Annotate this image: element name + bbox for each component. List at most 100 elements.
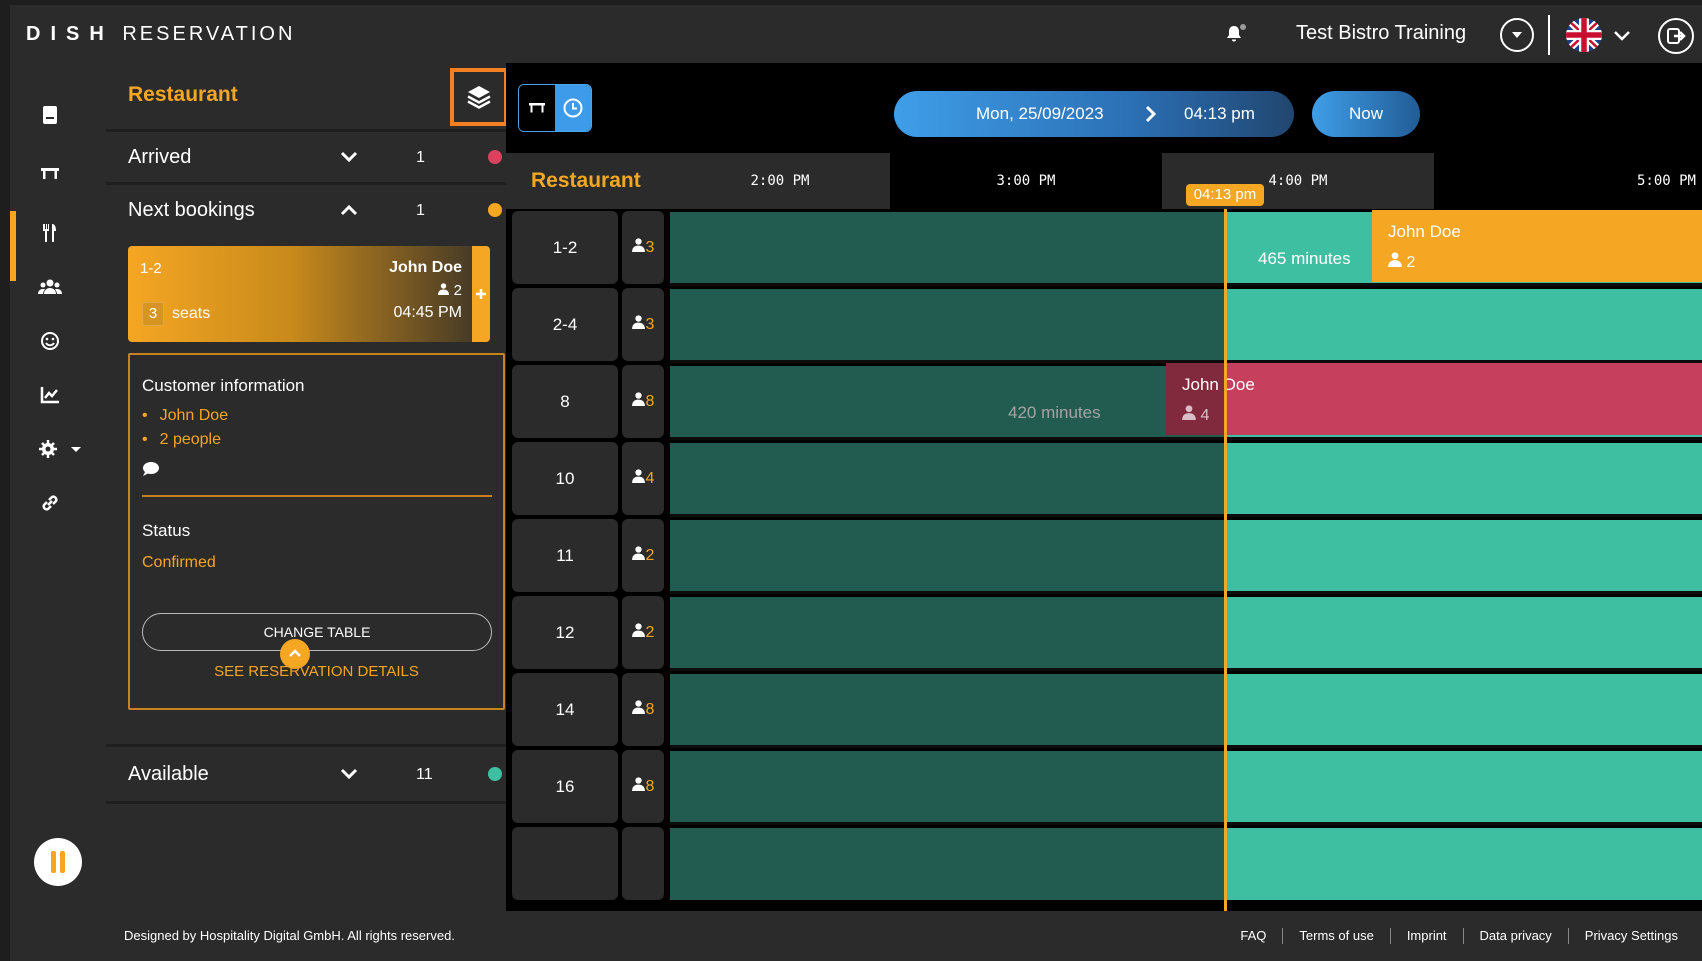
timeline-track-past[interactable]	[670, 674, 1226, 746]
pause-reservations-button[interactable]	[34, 838, 82, 886]
table-number[interactable]	[512, 827, 618, 900]
imprint-link[interactable]: Imprint	[1391, 928, 1463, 944]
timeline-track-future[interactable]	[1226, 751, 1702, 823]
booking-people: 2	[1388, 252, 1415, 272]
see-reservation-details-link[interactable]: SEE RESERVATION DETAILS	[130, 663, 503, 680]
timeline-track-future[interactable]	[1226, 597, 1702, 669]
panel-title: Restaurant	[128, 83, 238, 106]
data-privacy-link[interactable]: Data privacy	[1464, 928, 1568, 944]
date-time-picker[interactable]: Mon, 25/09/2023 04:13 pm	[894, 91, 1294, 137]
status-label: Status	[142, 521, 191, 540]
table-capacity: 8	[622, 750, 664, 823]
booking-table: 1-2	[140, 260, 162, 277]
table-view-button[interactable]	[519, 85, 555, 131]
customer-info-title: Customer information	[142, 376, 305, 395]
section-label: Arrived	[128, 146, 192, 168]
venue-dropdown-button[interactable]	[1500, 18, 1534, 52]
next-booking-card[interactable]: 1-2 John Doe 2 04:45 PM 3 seats	[128, 246, 490, 342]
selected-date[interactable]: Mon, 25/09/2023	[976, 104, 1104, 124]
chevron-down-icon[interactable]	[1612, 25, 1632, 45]
section-next-bookings[interactable]: Next bookings 1	[106, 185, 506, 237]
timeline-track-future[interactable]	[1226, 443, 1702, 515]
settings-gear-icon[interactable]	[30, 429, 90, 469]
section-label: Next bookings	[128, 199, 255, 221]
table-number[interactable]: 8	[512, 365, 618, 438]
nav-active-indicator	[10, 211, 16, 281]
privacy-settings-link[interactable]: Privacy Settings	[1569, 928, 1694, 944]
faq-link[interactable]: FAQ	[1224, 928, 1282, 944]
section-available[interactable]: Available 11	[106, 749, 506, 801]
footer: Designed by Hospitality Digital GmbH. Al…	[106, 911, 1702, 961]
chevron-right-icon[interactable]	[1140, 104, 1160, 124]
table-number[interactable]: 16	[512, 750, 618, 823]
booking-people: 2	[438, 282, 462, 299]
booking-time: 04:45 PM	[393, 304, 462, 321]
main-nav-rail	[10, 63, 106, 961]
booking-side-panel: Restaurant Arrived 1 Next bookings 1 1-2…	[106, 63, 506, 911]
menu-cutlery-icon[interactable]	[30, 213, 70, 253]
table-capacity: 4	[622, 442, 664, 515]
selected-time[interactable]: 04:13 pm	[1184, 104, 1255, 124]
timeline-track-past[interactable]	[670, 289, 1226, 361]
booking-block-john-doe[interactable]: John Doe 2	[1372, 210, 1702, 282]
customer-info-list: John Doe 2 people	[142, 407, 229, 455]
timeline-track-past[interactable]	[670, 597, 1226, 669]
section-count: 1	[416, 202, 425, 219]
timeline-track-future[interactable]	[1226, 828, 1702, 900]
status-dot-teal	[488, 767, 502, 781]
table-number[interactable]: 14	[512, 673, 618, 746]
current-time-line	[1224, 209, 1227, 911]
chevron-up-icon[interactable]	[338, 199, 360, 221]
bell-icon[interactable]	[1225, 23, 1246, 45]
table-row: 10 4	[506, 440, 1702, 517]
link-icon[interactable]	[30, 483, 70, 523]
timeline-track-past[interactable]	[670, 212, 1226, 284]
timeline-track-past[interactable]	[670, 366, 1226, 438]
duration-label: 465 minutes	[1258, 249, 1351, 268]
timeline-track-future[interactable]	[1226, 289, 1702, 361]
booking-block-john-doe-table-8[interactable]: John Doe 4	[1166, 363, 1702, 435]
comment-icon[interactable]	[142, 461, 160, 477]
add-booking-button[interactable]	[472, 246, 490, 342]
reservations-book-icon[interactable]	[30, 95, 70, 135]
timeline-track-future[interactable]	[1226, 520, 1702, 592]
terms-link[interactable]: Terms of use	[1283, 928, 1389, 944]
analytics-chart-icon[interactable]	[30, 375, 70, 415]
collapse-button[interactable]	[280, 639, 310, 669]
venue-name[interactable]: Test Bistro Training	[1296, 22, 1466, 45]
timeline-track-past[interactable]	[670, 751, 1226, 823]
section-label: Available	[128, 763, 209, 785]
table-plan-icon[interactable]	[30, 153, 70, 193]
guests-group-icon[interactable]	[30, 267, 70, 307]
booking-name: John Doe	[1388, 222, 1461, 241]
section-count: 1	[416, 149, 425, 166]
table-number[interactable]: 10	[512, 442, 618, 515]
feedback-smiley-icon[interactable]	[30, 321, 70, 361]
timeline-view-button[interactable]	[555, 85, 591, 131]
area-label: Restaurant	[506, 153, 670, 209]
timeline-track-past[interactable]	[670, 520, 1226, 592]
timeline-track-past[interactable]	[670, 443, 1226, 515]
table-number[interactable]: 2-4	[512, 288, 618, 361]
uk-flag-icon[interactable]	[1566, 18, 1602, 52]
logout-button[interactable]	[1658, 18, 1694, 54]
plus-icon	[476, 289, 486, 299]
timeline-track-past[interactable]	[670, 828, 1226, 900]
chevron-down-icon[interactable]	[338, 763, 360, 785]
table-number[interactable]: 1-2	[512, 211, 618, 284]
change-table-button[interactable]: CHANGE TABLE	[142, 613, 492, 651]
timeline-track-future[interactable]	[1226, 674, 1702, 746]
hour-label: 5:00 PM	[1434, 153, 1702, 209]
brand-logo[interactable]: DISH RESERVATION	[26, 23, 295, 46]
chevron-down-icon[interactable]	[338, 146, 360, 168]
booking-name: John Doe	[1182, 375, 1255, 394]
chevron-up-icon	[289, 649, 301, 657]
layers-button[interactable]	[450, 68, 506, 126]
table-number[interactable]: 12	[512, 596, 618, 669]
person-icon	[631, 623, 646, 642]
table-capacity	[622, 827, 664, 900]
divider	[106, 744, 506, 747]
section-arrived[interactable]: Arrived 1	[106, 132, 506, 184]
now-button[interactable]: Now	[1312, 91, 1420, 137]
table-number[interactable]: 11	[512, 519, 618, 592]
